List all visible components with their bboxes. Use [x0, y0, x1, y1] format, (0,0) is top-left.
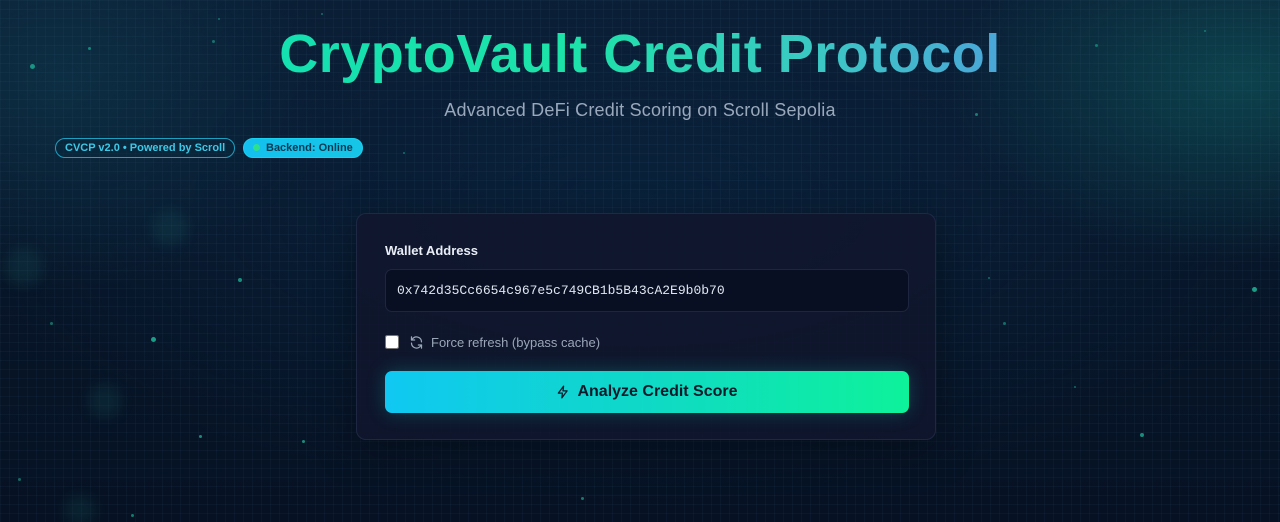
lightning-bolt-icon [556, 384, 570, 400]
version-badge: CVCP v2.0 • Powered by Scroll [55, 138, 236, 158]
page-title-text: CryptoVault Credit Protocol [279, 24, 1001, 84]
page-title: CryptoVault Credit Protocol [0, 22, 1280, 86]
page-subtitle: Advanced DeFi Credit Scoring on Scroll S… [444, 100, 836, 120]
force-refresh-option: Force refresh (bypass cache) [385, 333, 600, 351]
status-dot-icon [253, 144, 260, 151]
force-refresh-checkbox[interactable] [385, 335, 399, 349]
refresh-icon [409, 335, 424, 350]
credit-analysis-card: Wallet Address Force refresh (bypass cac… [356, 213, 936, 440]
analyze-credit-score-button[interactable]: Analyze Credit Score [385, 371, 909, 413]
analyze-button-label: Analyze Credit Score [577, 383, 738, 400]
wallet-address-label: Wallet Address [385, 243, 478, 258]
force-refresh-label[interactable]: Force refresh (bypass cache) [431, 335, 600, 350]
wallet-address-input[interactable] [385, 269, 909, 312]
backend-status-badge: Backend: Online [243, 138, 363, 158]
backend-status-label: Backend: Online [266, 142, 353, 154]
